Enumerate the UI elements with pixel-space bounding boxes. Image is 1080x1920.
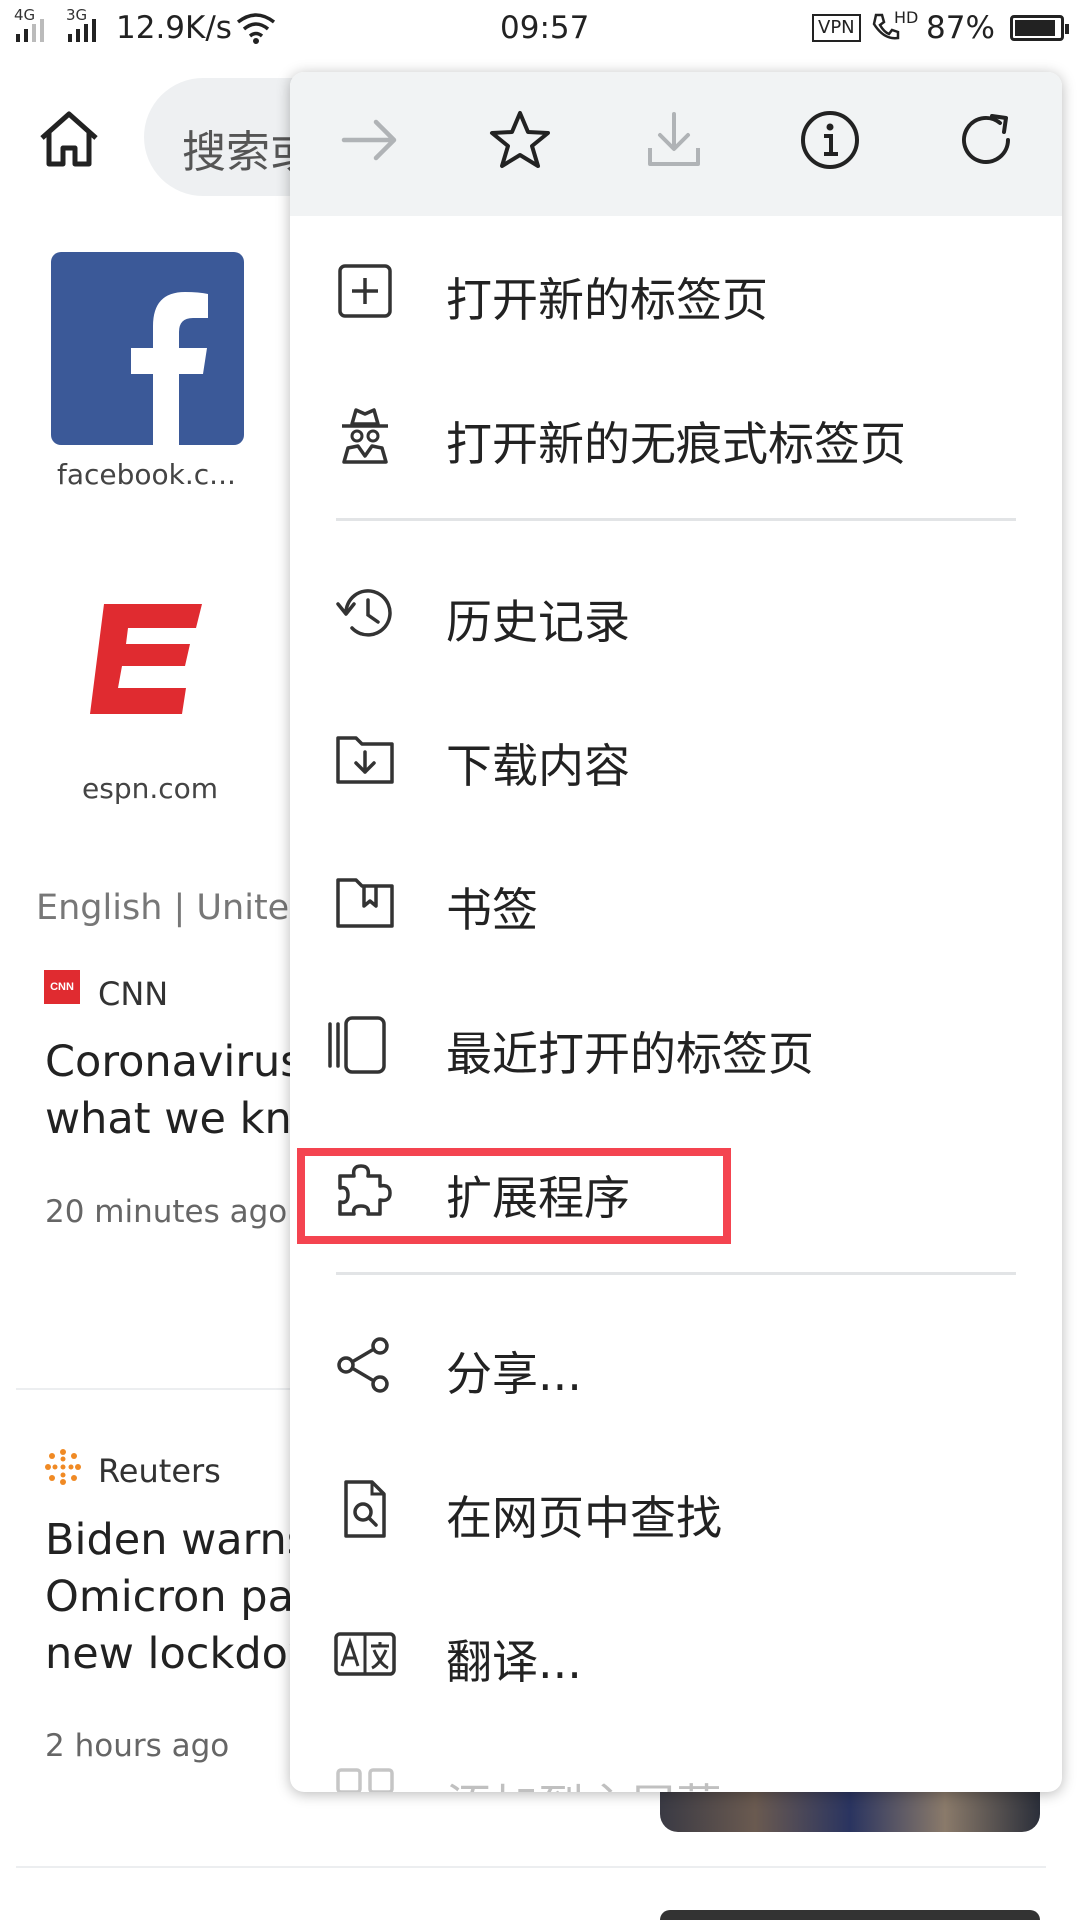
history-icon <box>336 589 392 637</box>
menu-item-label: 最近打开的标签页 <box>446 1027 814 1081</box>
menu-item-label: 添加到主屏幕 <box>446 1770 722 1792</box>
feed-divider <box>16 1866 1046 1868</box>
menu-toolbar <box>290 72 1062 216</box>
cnn-logo-text: CNN <box>50 981 74 993</box>
headline-line: Coronavirus <box>45 1037 303 1087</box>
translate-icon <box>334 1632 396 1676</box>
menu-item-new-tab[interactable]: 打开新的标签页 <box>290 220 1062 360</box>
headline-line: Omicron pa <box>45 1572 294 1622</box>
clock: 09:57 <box>500 10 590 46</box>
menu-item-downloads[interactable]: 下载内容 <box>290 686 1062 826</box>
menu-item-history[interactable]: 历史记录 <box>290 542 1062 682</box>
menu-item-new-incognito-tab[interactable]: 打开新的无痕式标签页 <box>290 364 1062 504</box>
find-in-page-icon <box>344 1480 386 1538</box>
info-icon[interactable] <box>798 108 862 172</box>
add-to-home-icon <box>336 1768 394 1792</box>
share-icon <box>337 1337 389 1393</box>
menu-item-add-to-home-screen[interactable]: 添加到主屏幕 <box>290 1726 1062 1792</box>
bookmarks-icon <box>336 878 394 928</box>
vpn-badge: VPN <box>812 14 861 42</box>
battery-level-fill <box>1015 20 1055 36</box>
menu-item-label: 分享... <box>446 1347 582 1401</box>
hd-label: HD <box>894 8 919 27</box>
refresh-icon[interactable] <box>954 108 1018 172</box>
forward-arrow-icon[interactable] <box>338 108 402 172</box>
battery-percent: 87% <box>926 10 995 46</box>
article-headline[interactable]: Biden warns Omicron pa new lockdow <box>45 1512 323 1683</box>
signal-strength-icon <box>16 19 44 42</box>
menu-item-label: 下载内容 <box>446 739 630 793</box>
overflow-menu: 打开新的标签页 打开新的无痕式标签页 历史记录 下载内容 书签 最近打开的标签页… <box>290 72 1062 1792</box>
facebook-shortcut-tile[interactable] <box>51 252 244 445</box>
headline-line: new lockdow <box>45 1629 324 1679</box>
menu-item-translate[interactable]: 翻译... <box>290 1582 1062 1722</box>
status-bar: 4G 3G 12.9K/s 09:57 VPN HD 87% <box>0 0 1080 56</box>
menu-item-label: 翻译... <box>446 1635 582 1689</box>
menu-item-label: 书签 <box>446 883 538 937</box>
menu-item-label: 打开新的无痕式标签页 <box>446 417 906 471</box>
network-speed: 12.9K/s <box>116 10 232 46</box>
menu-item-label: 历史记录 <box>446 595 630 649</box>
battery-icon <box>1010 15 1069 41</box>
shortcut-label-espn[interactable]: espn.com <box>82 772 218 805</box>
new-tab-icon <box>338 264 392 318</box>
menu-item-bookmarks[interactable]: 书签 <box>290 830 1062 970</box>
incognito-icon <box>342 408 388 464</box>
menu-item-share[interactable]: 分享... <box>290 1294 1062 1434</box>
home-icon[interactable] <box>34 108 104 168</box>
menu-item-label: 在网页中查找 <box>446 1491 722 1545</box>
article-source: Reuters <box>98 1452 221 1490</box>
signal-strength-icon-2 <box>68 19 96 42</box>
downloads-icon <box>336 736 394 784</box>
feed-language-selector[interactable]: English | United <box>36 888 311 928</box>
article-thumbnail[interactable] <box>660 1910 1040 1920</box>
shortcut-label-facebook[interactable]: facebook.c... <box>57 458 236 491</box>
highlight-box <box>297 1148 731 1244</box>
recent-tabs-icon <box>328 1016 386 1074</box>
menu-item-recent-tabs[interactable]: 最近打开的标签页 <box>290 974 1062 1114</box>
facebook-logo-icon <box>131 292 208 445</box>
article-source: CNN <box>98 975 169 1013</box>
headline-line: what we kno <box>45 1094 319 1144</box>
reuters-logo-icon <box>45 1449 81 1485</box>
article-timestamp: 2 hours ago <box>45 1728 230 1764</box>
headline-line: Biden warns <box>45 1515 310 1565</box>
download-icon[interactable] <box>642 108 706 172</box>
article-timestamp: 20 minutes ago <box>45 1194 288 1230</box>
cnn-logo-icon: CNN <box>44 970 80 1004</box>
article-headline[interactable]: Coronavirus what we kno <box>45 1034 318 1148</box>
battery-cap <box>1065 24 1069 34</box>
menu-item-find-in-page[interactable]: 在网页中查找 <box>290 1438 1062 1578</box>
espn-logo-icon[interactable] <box>90 604 206 714</box>
menu-divider <box>336 518 1016 521</box>
menu-item-label: 打开新的标签页 <box>446 273 768 327</box>
menu-divider <box>336 1272 1016 1275</box>
wifi-icon <box>236 13 276 44</box>
star-icon[interactable] <box>488 108 552 172</box>
